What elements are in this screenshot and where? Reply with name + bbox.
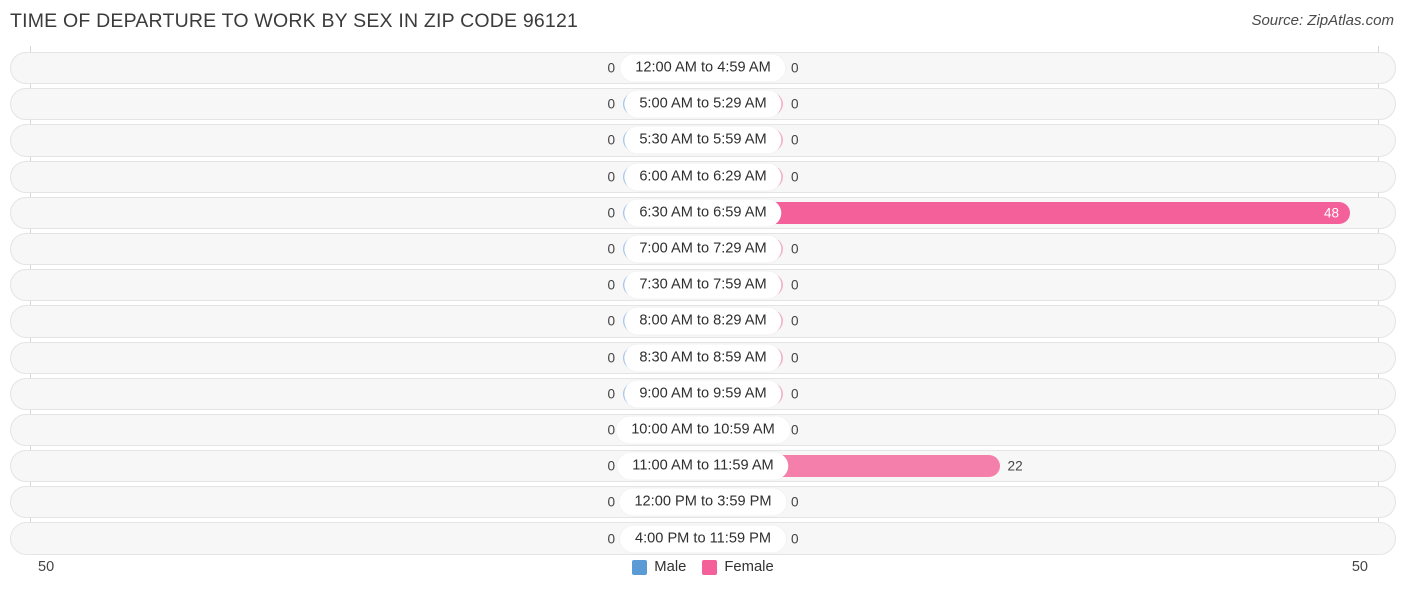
- chart-footer: 50 50 Male Female: [0, 551, 1406, 595]
- category-label-pill: 12:00 PM to 3:59 PM: [619, 488, 787, 516]
- chart-plot-area: 0 0 12:00 AM to 4:59 AM 0 0 5:00 AM to 5:29 A…: [0, 46, 1406, 555]
- female-value-label: 0: [791, 350, 799, 366]
- bar-row: 0 48 6:30 AM to 6:59 AM: [0, 195, 1406, 231]
- bar-row: 0 0 7:00 AM to 7:29 AM: [0, 231, 1406, 267]
- category-label-pill: 7:00 AM to 7:29 AM: [624, 235, 782, 263]
- source-attribution: Source: ZipAtlas.com: [1251, 12, 1394, 29]
- male-value-label: 0: [607, 386, 615, 402]
- male-value-label: 0: [607, 422, 615, 438]
- bar-row: 0 0 10:00 AM to 10:59 AM: [0, 412, 1406, 448]
- male-value-label: 0: [607, 277, 615, 293]
- bar-row: 0 0 9:00 AM to 9:59 AM: [0, 376, 1406, 412]
- male-value-label: 0: [607, 458, 615, 474]
- female-value-label: 0: [791, 169, 799, 185]
- category-label-pill: 6:00 AM to 6:29 AM: [624, 163, 782, 191]
- chart-header: TIME OF DEPARTURE TO WORK BY SEX IN ZIP …: [0, 0, 1406, 46]
- category-label-pill: 12:00 AM to 4:59 AM: [620, 54, 786, 82]
- female-value-label: 0: [791, 241, 799, 257]
- male-value-label: 0: [607, 132, 615, 148]
- female-value-label: 0: [791, 386, 799, 402]
- legend-label: Female: [724, 559, 774, 575]
- male-value-label: 0: [607, 350, 615, 366]
- category-label-pill: 5:30 AM to 5:59 AM: [624, 126, 782, 154]
- bar-row: 0 0 8:00 AM to 8:29 AM: [0, 303, 1406, 339]
- chart-legend: Male Female: [0, 559, 1406, 575]
- bar-row: 0 0 5:00 AM to 5:29 AM: [0, 86, 1406, 122]
- page-title: TIME OF DEPARTURE TO WORK BY SEX IN ZIP …: [10, 10, 579, 32]
- female-value-label: 0: [791, 60, 799, 76]
- female-value-label: 48: [1324, 205, 1339, 221]
- male-value-label: 0: [607, 205, 615, 221]
- male-value-label: 0: [607, 241, 615, 257]
- category-label-pill: 5:00 AM to 5:29 AM: [624, 90, 782, 118]
- female-value-label: 0: [791, 531, 799, 547]
- legend-item[interactable]: Female: [702, 559, 774, 575]
- legend-swatch-icon: [702, 559, 718, 575]
- category-label-pill: 6:30 AM to 6:59 AM: [624, 199, 782, 227]
- female-value-label: 0: [791, 313, 799, 329]
- legend-swatch-icon: [632, 559, 648, 575]
- bar-row: 0 0 12:00 PM to 3:59 PM: [0, 484, 1406, 520]
- bar-row: 0 0 12:00 AM to 4:59 AM: [0, 50, 1406, 86]
- bar-row: 0 0 6:00 AM to 6:29 AM: [0, 159, 1406, 195]
- male-value-label: 0: [607, 169, 615, 185]
- category-label-pill: 8:00 AM to 8:29 AM: [624, 307, 782, 335]
- chart-page: TIME OF DEPARTURE TO WORK BY SEX IN ZIP …: [0, 0, 1406, 595]
- category-label-pill: 10:00 AM to 10:59 AM: [616, 416, 790, 444]
- male-value-label: 0: [607, 60, 615, 76]
- category-label-pill: 11:00 AM to 11:59 AM: [617, 452, 789, 480]
- bar-row: 0 0 7:30 AM to 7:59 AM: [0, 267, 1406, 303]
- bar-row: 0 0 8:30 AM to 8:59 AM: [0, 340, 1406, 376]
- male-value-label: 0: [607, 531, 615, 547]
- bar-rows-container: 0 0 12:00 AM to 4:59 AM 0 0 5:00 AM to 5:29 A…: [0, 50, 1406, 557]
- female-value-label: 0: [791, 277, 799, 293]
- female-value-label: 22: [1007, 458, 1023, 474]
- female-value-label: 0: [791, 132, 799, 148]
- female-value-label: 0: [791, 494, 799, 510]
- category-label-pill: 9:00 AM to 9:59 AM: [624, 380, 782, 408]
- category-label-pill: 7:30 AM to 7:59 AM: [624, 271, 782, 299]
- female-value-label: 0: [791, 422, 799, 438]
- category-label-pill: 4:00 PM to 11:59 PM: [619, 525, 787, 553]
- male-value-label: 0: [607, 96, 615, 112]
- female-value-label: 0: [791, 96, 799, 112]
- male-value-label: 0: [607, 494, 615, 510]
- male-value-label: 0: [607, 313, 615, 329]
- female-bar[interactable]: [703, 201, 1351, 224]
- bar-row: 0 22 11:00 AM to 11:59 AM: [0, 448, 1406, 484]
- legend-label: Male: [654, 559, 687, 575]
- category-label-pill: 8:30 AM to 8:59 AM: [624, 344, 782, 372]
- legend-item[interactable]: Male: [632, 559, 686, 575]
- bar-row: 0 0 5:30 AM to 5:59 AM: [0, 122, 1406, 158]
